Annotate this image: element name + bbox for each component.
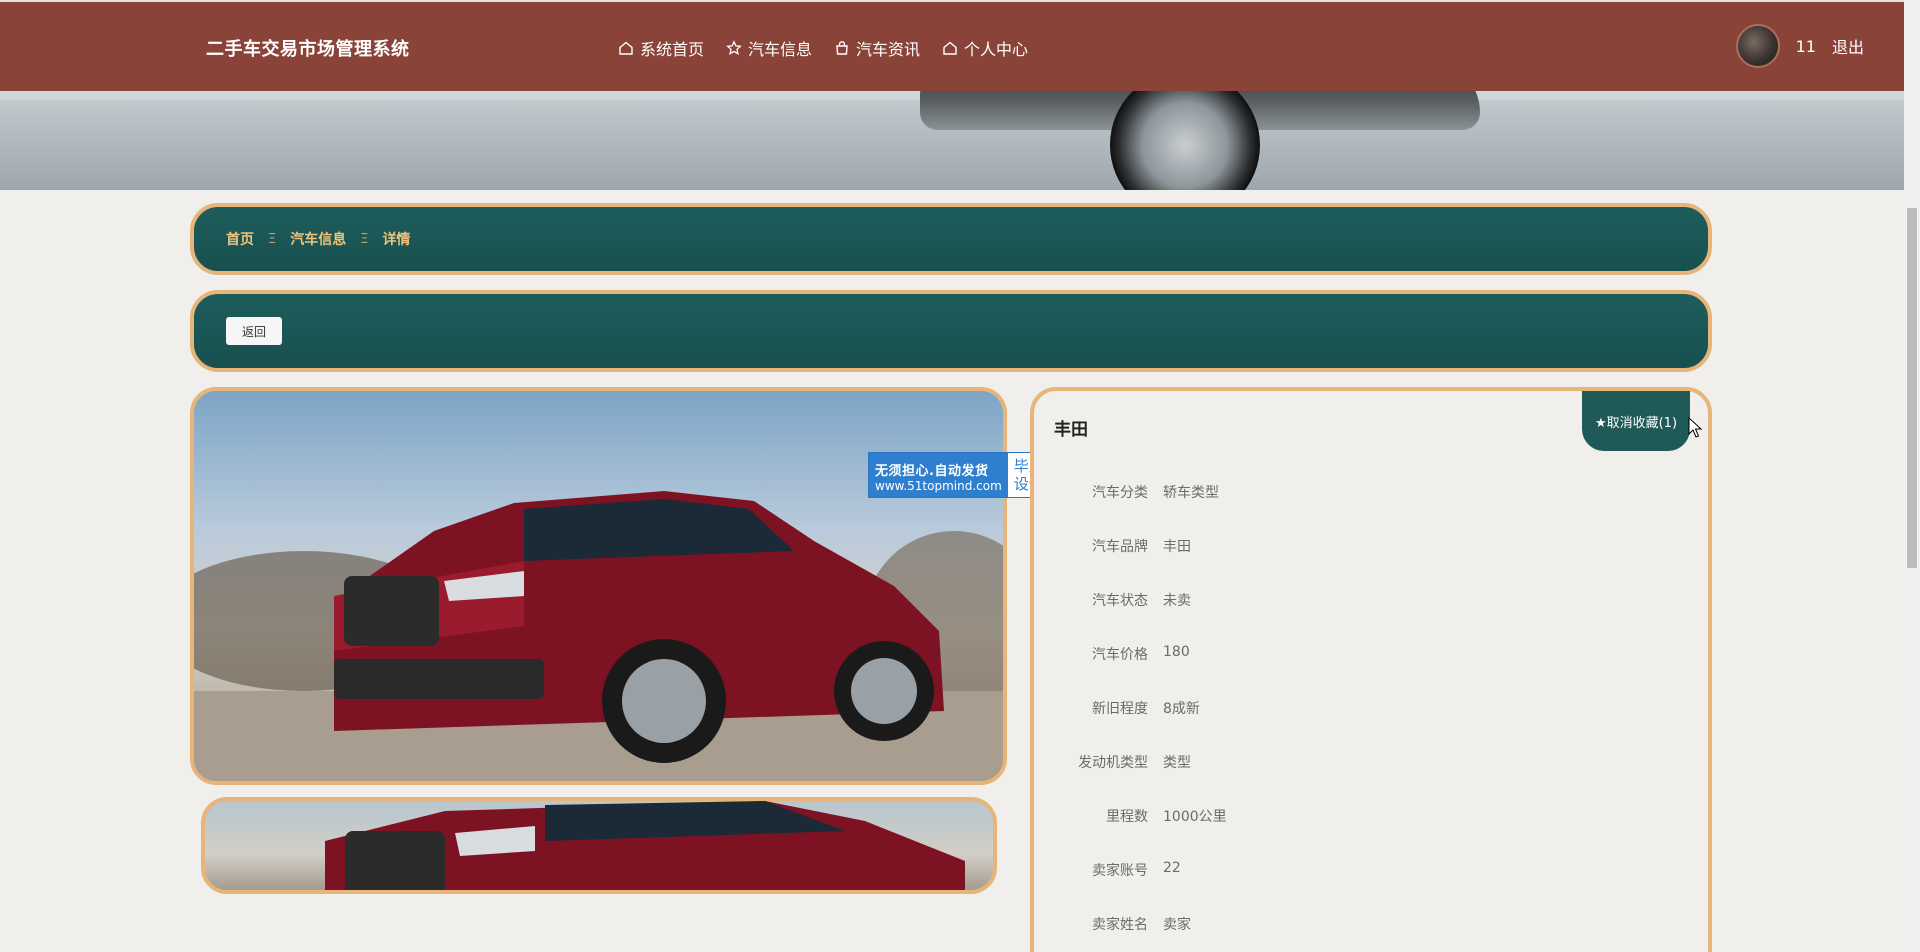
breadcrumb-separator: Ξ bbox=[268, 231, 277, 247]
suv-illustration bbox=[194, 491, 1003, 781]
field-value: 轿车类型 bbox=[1163, 485, 1219, 501]
username: 11 bbox=[1795, 36, 1816, 56]
watermark-left: 无须担心.自动发货 www.51topmind.com bbox=[869, 453, 1008, 497]
watermark-line2: www.51topmind.com bbox=[875, 478, 1002, 493]
bag-icon bbox=[836, 41, 848, 55]
car-main-image[interactable] bbox=[190, 387, 1007, 785]
car-title: 丰田 bbox=[1054, 420, 1088, 440]
field-label: 发动机类型 bbox=[1078, 755, 1148, 771]
field-seller-name: 卖家姓名 卖家 bbox=[1034, 914, 1708, 952]
suv-thumbnail-illustration bbox=[325, 801, 965, 890]
nav-link-label: 汽车资讯 bbox=[856, 40, 921, 59]
nav-link-car-info[interactable]: 汽车信息 bbox=[726, 36, 812, 60]
back-button[interactable]: 返回 bbox=[226, 317, 282, 345]
car-thumbnail[interactable] bbox=[201, 797, 997, 894]
field-condition: 新旧程度 8成新 bbox=[1034, 698, 1708, 752]
scrollbar-thumb[interactable] bbox=[1907, 208, 1917, 568]
nav-link-personal-center[interactable]: 个人中心 bbox=[942, 36, 1028, 60]
mouse-cursor-icon bbox=[1688, 417, 1703, 438]
car-details-panel: 丰田 ★取消收藏(1) 汽车分类 轿车类型 汽车品牌 丰田 汽车状态 未卖 汽车… bbox=[1030, 387, 1712, 952]
field-category: 汽车分类 轿车类型 bbox=[1034, 482, 1708, 536]
unfavorite-label: ★取消收藏(1) bbox=[1594, 415, 1678, 431]
star-icon bbox=[726, 40, 742, 56]
field-price: 汽车价格 180 bbox=[1034, 644, 1708, 698]
field-label: 汽车价格 bbox=[1092, 647, 1148, 663]
field-label: 汽车分类 bbox=[1092, 485, 1148, 501]
field-label: 汽车状态 bbox=[1092, 593, 1148, 609]
unfavorite-button[interactable]: ★取消收藏(1) bbox=[1582, 391, 1690, 451]
field-seller-account: 卖家账号 22 bbox=[1034, 860, 1708, 914]
field-value: 8成新 bbox=[1163, 701, 1200, 717]
field-label: 汽车品牌 bbox=[1092, 539, 1148, 555]
nav-link-car-news[interactable]: 汽车资讯 bbox=[834, 36, 920, 60]
field-value: 未卖 bbox=[1163, 593, 1191, 609]
nav-link-home[interactable]: 系统首页 bbox=[618, 36, 704, 60]
nav-link-label: 汽车信息 bbox=[748, 40, 813, 59]
field-status: 汽车状态 未卖 bbox=[1034, 590, 1708, 644]
field-label: 卖家账号 bbox=[1092, 863, 1148, 879]
site-brand: 二手车交易市场管理系统 bbox=[206, 39, 410, 60]
watermark-ad: 无须担心.自动发货 www.51topmind.com 毕业 设计 bbox=[868, 452, 1051, 498]
field-engine-type: 发动机类型 类型 bbox=[1034, 752, 1708, 806]
breadcrumb-car-info[interactable]: 汽车信息 bbox=[290, 229, 346, 249]
logout-link[interactable]: 退出 bbox=[1832, 34, 1864, 58]
field-value: 180 bbox=[1163, 644, 1190, 660]
field-value: 1000公里 bbox=[1163, 809, 1227, 825]
nav-links: 系统首页 汽车信息 汽车资讯 个人中心 bbox=[618, 36, 1028, 60]
field-label: 卖家姓名 bbox=[1092, 917, 1148, 933]
user-area: 11 退出 bbox=[1735, 24, 1864, 68]
breadcrumb: 首页 Ξ 汽车信息 Ξ 详情 bbox=[190, 203, 1712, 275]
watermark-line1: 无须担心.自动发货 bbox=[875, 463, 989, 479]
field-value: 丰田 bbox=[1163, 539, 1191, 555]
field-value: 卖家 bbox=[1163, 917, 1191, 933]
field-value: 22 bbox=[1163, 860, 1181, 876]
nav-link-label: 系统首页 bbox=[640, 40, 705, 59]
detail-fields: 汽车分类 轿车类型 汽车品牌 丰田 汽车状态 未卖 汽车价格 180 新旧程度 … bbox=[1034, 482, 1708, 952]
field-value: 类型 bbox=[1163, 755, 1191, 771]
page: 二手车交易市场管理系统 系统首页 汽车信息 汽车资讯 个人中心 11 退出 首页… bbox=[0, 0, 1920, 952]
nav-link-label: 个人中心 bbox=[964, 40, 1029, 59]
home-icon bbox=[619, 41, 633, 55]
field-label: 新旧程度 bbox=[1092, 701, 1148, 717]
field-label: 里程数 bbox=[1106, 809, 1148, 825]
breadcrumb-separator: Ξ bbox=[360, 231, 369, 247]
breadcrumb-home[interactable]: 首页 bbox=[226, 229, 254, 249]
action-bar: 返回 bbox=[190, 290, 1712, 372]
breadcrumb-detail: 详情 bbox=[382, 232, 411, 248]
field-brand: 汽车品牌 丰田 bbox=[1034, 536, 1708, 590]
top-navigation: 二手车交易市场管理系统 系统首页 汽车信息 汽车资讯 个人中心 11 退出 bbox=[0, 2, 1904, 91]
page-scrollbar[interactable] bbox=[1904, 0, 1920, 952]
avatar[interactable] bbox=[1735, 24, 1780, 68]
home-icon bbox=[943, 41, 957, 55]
field-mileage: 里程数 1000公里 bbox=[1034, 806, 1708, 860]
